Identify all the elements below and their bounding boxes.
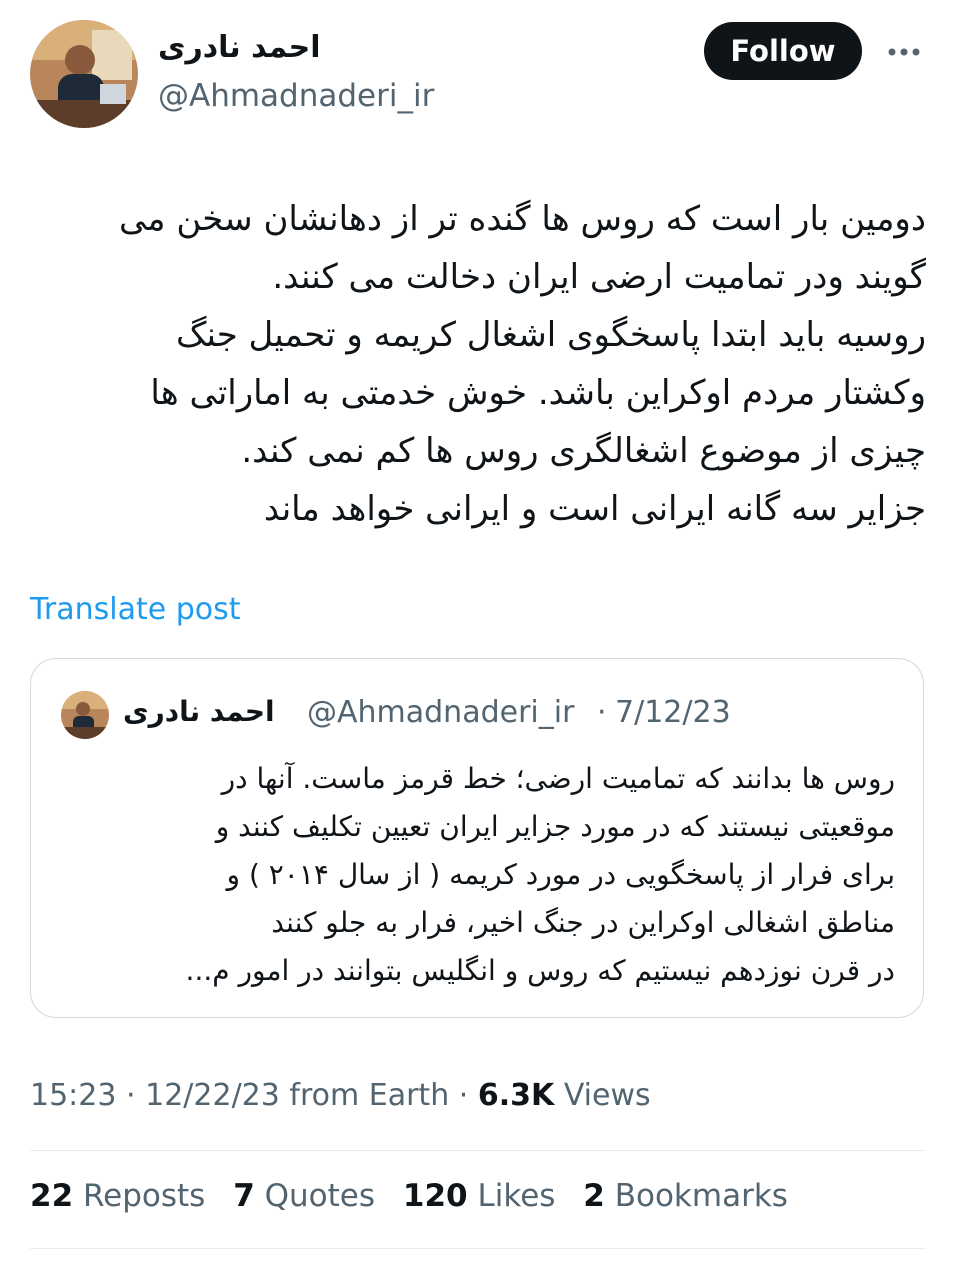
quotes-stat[interactable]: 7 Quotes [233,1178,375,1214]
likes-stat[interactable]: 120 Likes [403,1178,556,1214]
views-label: Views [563,1078,651,1113]
divider [30,1248,926,1249]
quoted-line: مناطق اشغالی اوکراین در جنگ اخیر، فرار ب… [271,906,895,939]
tweet-line: گویند ودر تمامیت ارضی ایران دخالت می کنن… [272,257,926,297]
tweet-meta: 15:23 · 12/22/23 from Earth · 6.3K Views [30,1078,651,1113]
reposts-label: Reposts [83,1178,206,1214]
engagement-stats: 22 Reposts 7 Quotes 120 Likes 2 Bookmark… [30,1178,806,1214]
quotes-count: 7 [233,1178,255,1214]
divider [30,1150,926,1151]
quoted-line: روس ها بدانند که تمامیت ارضی؛ خط قرمز ما… [221,762,895,795]
author-display-name[interactable]: احمد نادری [158,30,320,65]
tweet-line: دومین بار است که روس ها گنده تر از دهانش… [118,199,926,239]
tweet-text: دومین بار است که روس ها گنده تر از دهانش… [30,190,926,538]
quoted-tweet-card[interactable]: احمد نادری @Ahmadnaderi_ir · 7/12/23 روس… [30,658,924,1018]
tweet-line: روسیه باید ابتدا پاسخگوی اشغال کریمه و ت… [176,315,926,355]
bookmarks-stat[interactable]: 2 Bookmarks [583,1178,788,1214]
tweet-source: from Earth [289,1078,450,1113]
quoted-line: برای فرار از پاسخگویی در مورد کریمه ( از… [226,858,895,891]
quoted-line: موقعیتی نیستند که در مورد جزایر ایران تع… [215,810,895,843]
tweet-header: احمد نادری @Ahmadnaderi_ir Follow [0,0,956,140]
meta-separator: · [458,1078,469,1113]
likes-label: Likes [477,1178,556,1214]
quoted-author-avatar [61,691,109,739]
likes-count: 120 [402,1178,468,1214]
bookmarks-label: Bookmarks [614,1178,788,1214]
author-avatar[interactable] [30,20,138,128]
reposts-count: 22 [30,1178,74,1214]
follow-button[interactable]: Follow [704,22,862,80]
views-count: 6.3K [477,1078,555,1113]
meta-separator: · [126,1078,136,1113]
reposts-stat[interactable]: 22 Reposts [30,1178,205,1214]
translate-post-link[interactable]: Translate post [30,592,241,627]
tweet-line: جزایر سه گانه ایرانی است و ایرانی خواهد … [263,489,926,529]
tweet-line: وکشتار مردم اوکراین باشد. خوش خدمتی به ا… [150,373,926,413]
quoted-separator: · [597,695,607,730]
author-handle[interactable]: @Ahmadnaderi_ir [158,78,434,114]
more-horizontal-icon[interactable] [882,34,930,70]
bookmarks-count: 2 [583,1178,605,1214]
quotes-label: Quotes [264,1178,376,1214]
tweet-line: چیزی از موضوع اشغالگری روس ها کم نمی کند… [241,431,926,471]
quoted-date: 7/12/23 [615,695,731,730]
quoted-author-display-name: احمد نادری [123,695,275,728]
tweet-time[interactable]: 15:23 [30,1078,116,1113]
quoted-author-handle: @Ahmadnaderi_ir [307,695,575,730]
tweet-date[interactable]: 12/22/23 [145,1078,280,1113]
quoted-line: در قرن نوزدهم نیستیم که روس و انگلیس بتو… [185,954,895,987]
quoted-tweet-text: روس ها بدانند که تمامیت ارضی؛ خط قرمز ما… [61,755,895,995]
